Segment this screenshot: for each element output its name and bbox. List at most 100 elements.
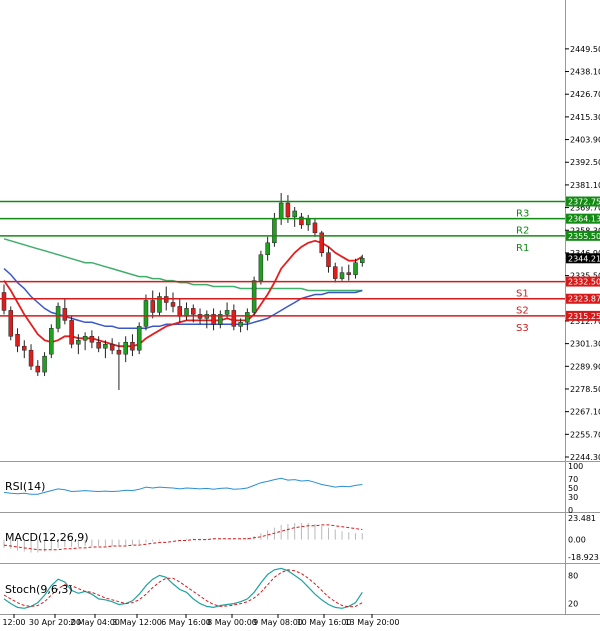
candle — [116, 342, 122, 390]
candle — [82, 332, 88, 351]
price-tick-label: 2289.90 — [570, 362, 600, 371]
candle-body — [55, 306, 61, 329]
rsi-tick-label: 30 — [568, 493, 578, 502]
candle-body — [116, 349, 122, 355]
level-name-r1: R1 — [516, 243, 529, 254]
candle-body — [150, 300, 155, 313]
time-tick-label: 9 May 08:00 — [253, 618, 303, 627]
candle-body — [312, 222, 318, 234]
candle-body — [89, 336, 95, 343]
candle — [251, 276, 257, 317]
candle — [143, 294, 149, 331]
candle-body — [326, 252, 331, 267]
candle-body — [76, 339, 81, 345]
level-price-label: 2372.75 — [568, 198, 600, 207]
time-tick-label: 10 May 16:00 — [297, 618, 352, 627]
level-price-label: 2323.87 — [568, 295, 600, 304]
level-price-label: 2364.13 — [568, 215, 600, 224]
candle — [346, 264, 352, 281]
candle — [96, 336, 101, 353]
candle — [312, 218, 318, 237]
trading-chart: 2449.50 2438.10 2426.70 2415.30 2403.90 2392.… — [0, 0, 600, 627]
candle — [28, 344, 34, 371]
candle-body — [238, 322, 243, 327]
current-price-label: 2344.21 — [568, 254, 600, 263]
price-pane — [1, 193, 365, 390]
candle — [15, 328, 20, 353]
candle-body — [62, 308, 68, 321]
candle — [319, 230, 324, 257]
rsi-tick-label: 70 — [568, 475, 578, 484]
level-price-label: 2332.50 — [568, 278, 600, 287]
level-name-s3: S3 — [516, 323, 529, 334]
candle-body — [143, 300, 149, 327]
level-name-r2: R2 — [516, 226, 529, 237]
price-tick-label: 2267.10 — [570, 408, 600, 417]
candle-body — [245, 312, 250, 323]
candle-body — [109, 343, 115, 351]
candle — [299, 212, 304, 229]
candle — [8, 306, 14, 341]
time-tick-label: 12:00 — [2, 618, 25, 627]
price-tick-label: 2438.10 — [570, 68, 600, 77]
candle-body — [82, 336, 88, 341]
candle — [150, 290, 155, 319]
candle-body — [339, 272, 345, 279]
candle-body — [272, 218, 277, 244]
candle — [55, 302, 61, 333]
candle — [326, 246, 331, 273]
candle — [184, 302, 189, 321]
rsi-title: RSI(14) — [5, 480, 45, 493]
candle-body — [258, 254, 264, 281]
price-tick-label: 2244.30 — [570, 453, 600, 462]
candle-body — [332, 266, 338, 279]
candle-body — [346, 272, 352, 275]
price-tick-label: 2301.30 — [570, 340, 600, 349]
time-axis: 12:00 30 Apr 20:002 May 04:003 May 12:00 6… — [2, 614, 399, 627]
candle-body — [42, 355, 47, 373]
stoch-title: Stoch(9,6,3) — [5, 583, 73, 596]
candle — [265, 236, 270, 261]
candle-body — [191, 308, 196, 315]
candle-body — [360, 258, 365, 263]
candle-body — [231, 310, 237, 327]
candle — [69, 316, 74, 349]
time-tick-label: 8 May 00:00 — [207, 618, 257, 627]
candle-body — [292, 210, 297, 218]
candle — [89, 330, 95, 349]
candle-body — [35, 365, 41, 373]
candle-body — [278, 202, 284, 220]
price-tick-label: 2392.50 — [570, 158, 600, 167]
candle — [109, 338, 115, 355]
candle — [278, 193, 284, 225]
price-tick-label: 2278.50 — [570, 385, 600, 394]
candle — [231, 304, 237, 331]
price-tick-label: 2381.10 — [570, 181, 600, 190]
candle — [136, 322, 142, 355]
candle-body — [177, 306, 183, 317]
candle — [332, 262, 338, 283]
candle-body — [1, 292, 7, 311]
macd-tick-label: -18.923 — [568, 553, 599, 562]
rsi-pane: 1007050300 — [3, 462, 583, 515]
macd-pane: 23.481 0.00 -18.923 — [3, 514, 599, 562]
price-tick-label: 2426.70 — [570, 90, 600, 99]
candle — [35, 360, 41, 377]
candle — [292, 206, 297, 227]
candle — [62, 298, 68, 325]
candle — [305, 214, 311, 231]
candle — [123, 336, 128, 363]
level-price-label: 2315.25 — [568, 312, 600, 321]
stoch-tick-label: 80 — [568, 571, 578, 580]
candle-body — [285, 202, 291, 218]
candle-body — [49, 328, 54, 355]
time-tick-label: 6 May 16:00 — [161, 618, 211, 627]
candle — [258, 250, 264, 285]
candle — [218, 310, 223, 329]
level-name-s1: S1 — [516, 289, 529, 300]
candle-body — [224, 310, 230, 315]
price-tick-label: 2449.50 — [570, 45, 600, 54]
candle-body — [28, 349, 34, 367]
stoch-tick-label: 20 — [568, 600, 578, 609]
candle — [42, 352, 47, 377]
